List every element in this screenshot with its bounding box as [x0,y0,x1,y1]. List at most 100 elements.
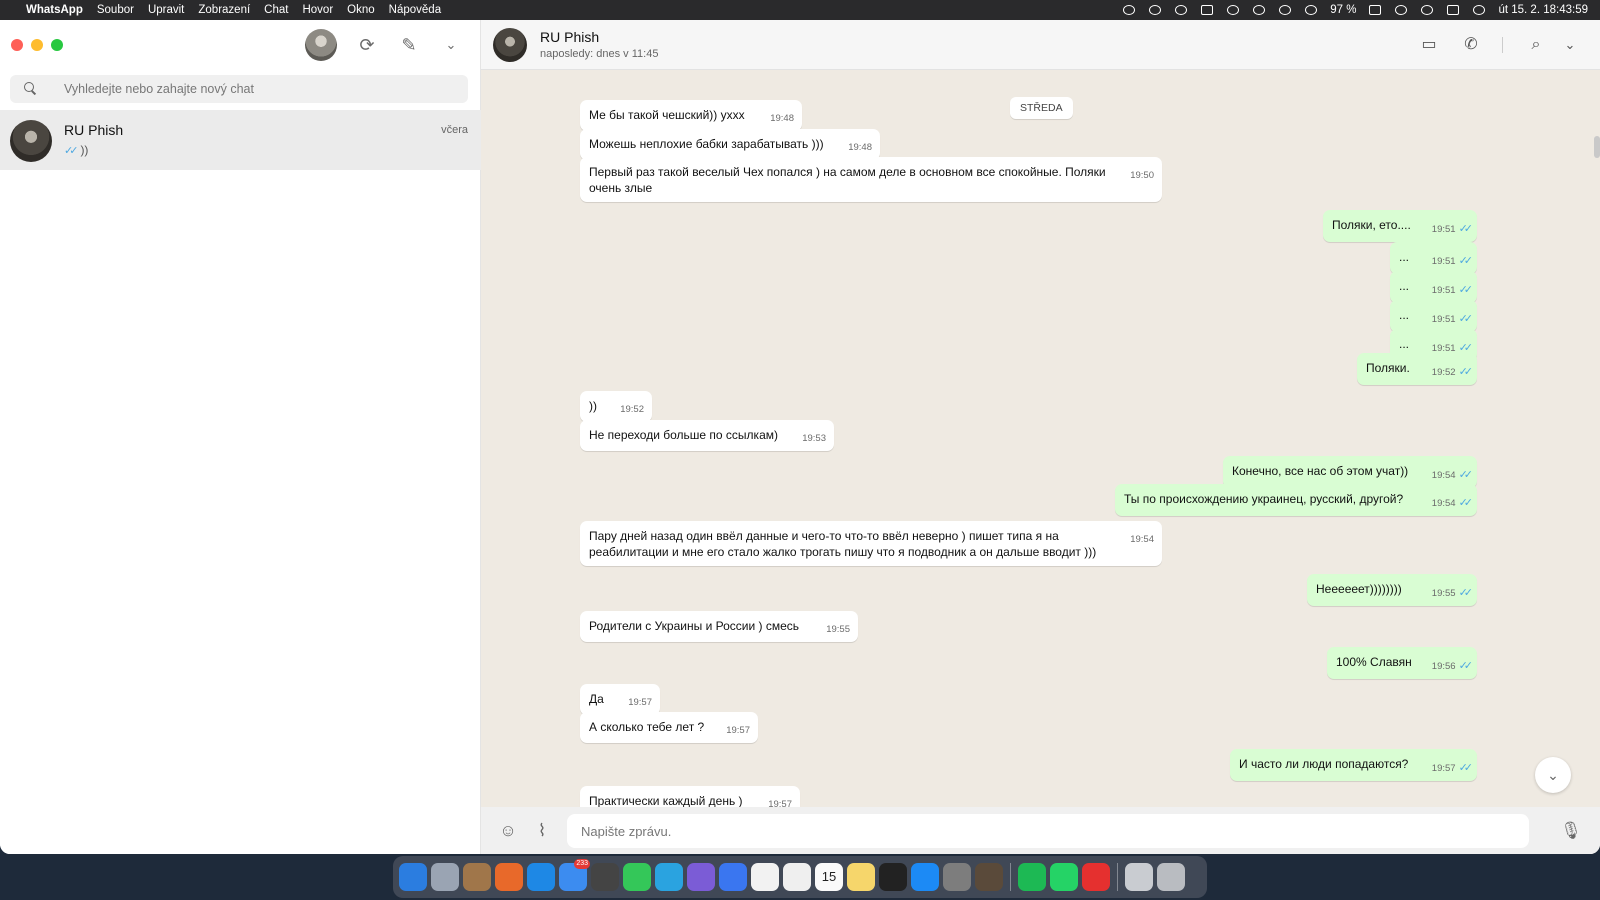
menu-edit[interactable]: Upravit [148,4,184,16]
wifi-icon[interactable] [1394,4,1408,16]
tray-cloud-icon[interactable] [1252,4,1266,16]
search-input[interactable] [64,75,454,103]
conversation-pane: RU Phish naposledy: dnes v 11:45 ▭ ✆ ⌕ ⌄… [481,20,1600,854]
appstore-icon[interactable] [911,863,939,891]
incoming-message[interactable]: 19:54 Пару дней назад один ввёл данные и … [580,521,1162,566]
trash-icon[interactable] [1157,863,1185,891]
minimize-window-button[interactable] [31,39,43,51]
spotlight-search-icon[interactable] [1420,4,1434,16]
outgoing-message[interactable]: 19:51 ✓✓... [1390,242,1477,274]
outgoing-message[interactable]: 19:55 ✓✓ Неееееет)))))))) [1307,574,1477,606]
chat-list-item-preview: ✓✓ )) [64,143,88,157]
whatsapp-icon[interactable] [1050,863,1078,891]
calendar-day: 15 [821,869,837,884]
tray-app-icon-1[interactable] [1122,4,1136,16]
menu-help[interactable]: Nápověda [389,4,441,16]
incoming-message[interactable]: 19:48 Ме бы такой чешский)) ухxx [580,100,802,131]
tray-app-icon-2[interactable] [1174,4,1188,16]
menu-file[interactable]: Soubor [97,4,134,16]
contact-avatar[interactable] [493,28,527,62]
message-input[interactable] [567,814,1529,848]
viber-icon[interactable] [687,863,715,891]
menu-chat[interactable]: Chat [264,4,288,16]
read-double-check-icon: ✓✓ [64,144,79,157]
tray-shield-icon[interactable] [1200,4,1214,16]
close-window-button[interactable] [11,39,23,51]
outgoing-message[interactable]: 19:51 ✓✓... [1390,271,1477,303]
chat-list-sidebar: ⟳ ✎ ⌄ RU Phish včera ✓✓ )) [0,20,481,854]
menu-window[interactable]: Okno [347,4,375,16]
battery-icon[interactable] [1368,4,1382,16]
calculator-icon[interactable] [591,863,619,891]
notes-brown-icon[interactable] [463,863,491,891]
dock: 233 15 [393,856,1207,898]
outgoing-message[interactable]: 19:51 ✓✓... [1390,300,1477,332]
message-meta: 19:52 [620,404,644,416]
firefox-icon[interactable] [495,863,523,891]
chat-list-item[interactable]: RU Phish včera ✓✓ )) [0,110,481,170]
tray-telegram-icon[interactable] [1226,4,1240,16]
chat-menu-chevron-icon[interactable]: ⌄ [1559,34,1581,56]
capcut-icon[interactable] [879,863,907,891]
read-double-check-icon: ✓✓ [1458,223,1474,235]
folder-icon[interactable] [1125,863,1153,891]
menu-view[interactable]: Zobrazení [198,4,250,16]
spotify-icon[interactable] [1018,863,1046,891]
mail-icon[interactable]: 233 [559,859,590,891]
search-in-chat-icon[interactable]: ⌕ [1525,34,1547,56]
fullscreen-window-button[interactable] [51,39,63,51]
outgoing-message[interactable]: 19:51 ✓✓ Поляки, ето.... [1323,210,1477,242]
anydesk-icon[interactable] [1082,863,1110,891]
notes-icon[interactable] [847,863,875,891]
calendar-icon[interactable]: 15 [815,863,843,891]
textedit-icon[interactable] [783,863,811,891]
finder-icon[interactable] [399,863,427,891]
control-center-icon[interactable] [1446,4,1460,16]
sidebar-menu-chevron-icon[interactable]: ⌄ [440,34,462,56]
reminders-icon[interactable] [751,863,779,891]
incoming-message[interactable]: 19:53 Не переходи больше по ссылкам) [580,420,834,451]
video-call-icon[interactable]: ▭ [1418,34,1440,56]
bluetooth-icon[interactable] [1304,4,1318,16]
message-meta: 19:51 ✓✓ [1432,223,1474,236]
scroll-to-bottom-button[interactable]: ⌄ [1535,757,1571,793]
status-refresh-icon[interactable]: ⟳ [356,34,378,56]
messages-icon[interactable] [623,863,651,891]
safari-icon[interactable] [527,863,555,891]
scrollbar-thumb[interactable] [1594,136,1600,158]
outgoing-message[interactable]: 19:54 ✓✓ Ты по происхождению украинец, рус… [1115,484,1477,516]
incoming-message[interactable]: 19:55 Родители с Украины и России ) смесь [580,611,858,642]
new-chat-icon[interactable]: ✎ [398,34,420,56]
message-text: ... [1399,250,1410,264]
contact-name[interactable]: RU Phish [540,29,599,45]
voice-call-icon[interactable]: ✆ [1460,34,1482,56]
telegram-icon[interactable] [655,863,683,891]
microphone-icon[interactable]: 🎙 [1560,820,1582,842]
menu-call[interactable]: Hovor [302,4,333,16]
incoming-message[interactable]: 19:57 А сколько тебе лет ? [580,712,758,743]
emoji-icon[interactable]: ☺ [497,820,519,842]
incoming-message[interactable]: 19:52)) [580,391,652,422]
settings-icon[interactable] [943,863,971,891]
attach-paperclip-icon[interactable]: ⌇ [531,820,553,842]
launchpad-icon[interactable] [431,863,459,891]
message-text: Первый раз такой веселый Чех попался ) н… [589,165,1106,195]
incoming-message[interactable]: 19:48 Можешь неплохие бабки зарабатывать … [580,129,880,160]
tray-play-icon[interactable] [1278,4,1292,16]
signal-icon[interactable] [719,863,747,891]
conversation-header[interactable]: RU Phish naposledy: dnes v 11:45 ▭ ✆ ⌕ ⌄ [481,20,1600,70]
menu-app-name[interactable]: WhatsApp [26,4,83,16]
incoming-message[interactable]: 19:50 Первый раз такой веселый Чех попалс… [580,157,1162,202]
menubar-clock[interactable]: út 15. 2. 18:43:59 [1498,4,1588,16]
message-meta: 19:55 [826,624,850,636]
incoming-message[interactable]: 19:57 Да [580,684,660,715]
siri-icon[interactable] [1472,4,1486,16]
message-meta: 19:57 [726,725,750,737]
tray-viber-icon[interactable] [1148,4,1162,16]
my-profile-avatar[interactable] [305,29,337,61]
message-time: 19:57 [628,697,652,708]
outgoing-message[interactable]: 19:52 ✓✓ Поляки. [1357,353,1477,385]
pdf-icon[interactable] [975,863,1003,891]
outgoing-message[interactable]: 19:56 ✓✓ 100% Славян [1327,647,1477,679]
outgoing-message[interactable]: 19:57 ✓✓ И часто ли люди попадаются? [1230,749,1477,781]
